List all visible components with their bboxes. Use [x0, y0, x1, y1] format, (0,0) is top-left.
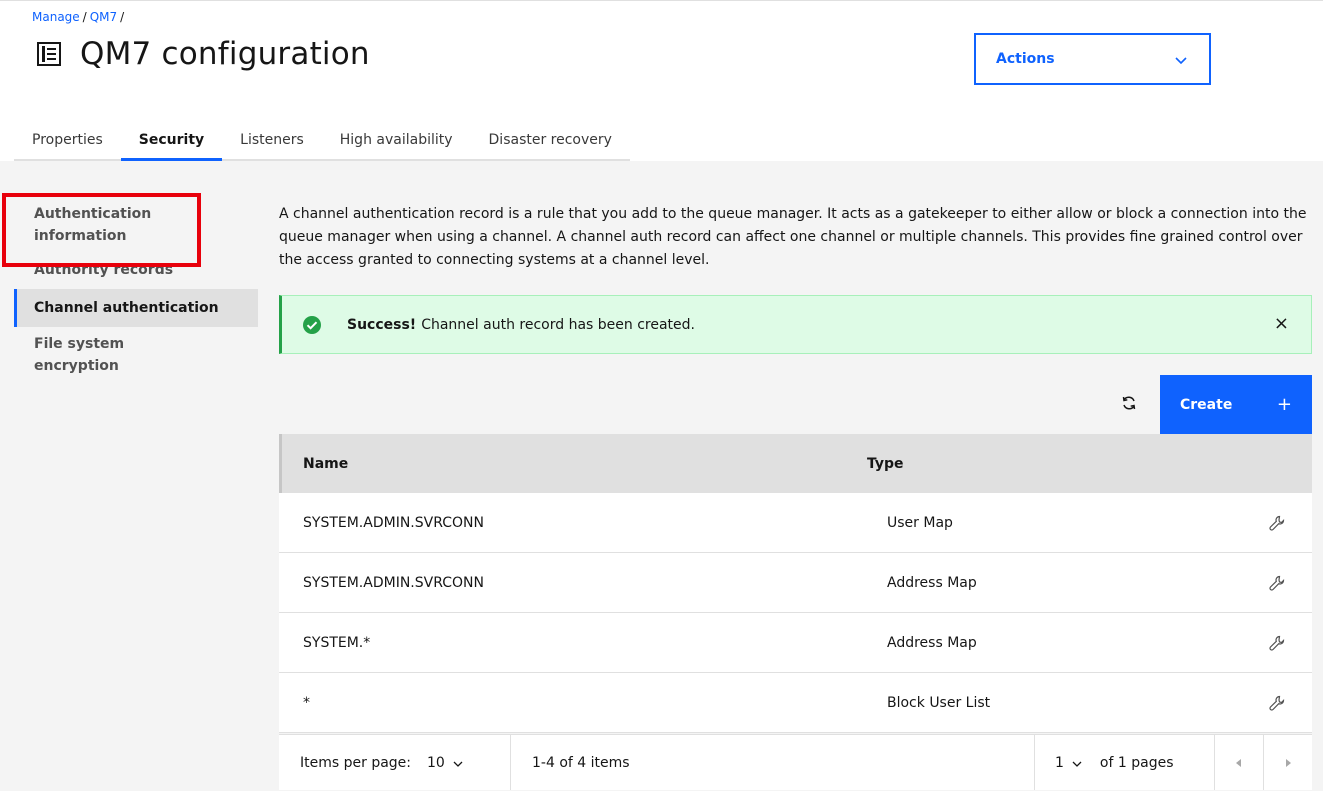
tab-properties[interactable]: Properties — [14, 121, 121, 161]
table-row[interactable]: SYSTEM.* Address Map — [279, 613, 1312, 673]
page-value: 1 — [1055, 754, 1064, 771]
tab-bar: Properties Security Listeners High avail… — [14, 121, 630, 161]
side-nav: Authentication information Authority rec… — [14, 203, 258, 377]
column-header-type[interactable]: Type — [867, 456, 904, 472]
actions-label: Actions — [996, 51, 1055, 67]
next-page-button[interactable] — [1263, 735, 1312, 790]
cell-type: Address Map — [887, 574, 977, 591]
top-rule — [0, 0, 1323, 1]
side-nav-authentication-information[interactable]: Authentication information — [14, 203, 258, 247]
tab-high-availability[interactable]: High availability — [321, 121, 471, 161]
side-nav-label: Authentication — [34, 206, 152, 222]
cell-name: SYSTEM.* — [303, 634, 371, 651]
wrench-icon[interactable] — [1242, 514, 1312, 532]
side-nav-label: information — [34, 228, 127, 244]
tab-security[interactable]: Security — [120, 121, 223, 161]
wrench-icon[interactable] — [1242, 574, 1312, 592]
table-header: Name Type — [279, 434, 1312, 493]
notification-title: Success! — [347, 316, 417, 333]
item-range-text: 1-4 of 4 items — [532, 754, 630, 771]
side-nav-label: File system — [34, 336, 125, 352]
pagination: Items per page: 10 1-4 of 4 items 1 of 1… — [279, 734, 1312, 790]
table-row[interactable]: * Block User List — [279, 673, 1312, 733]
wrench-icon[interactable] — [1242, 634, 1312, 652]
items-per-page-label: Items per page: — [300, 754, 412, 771]
breadcrumb: Manage / QM7/ — [32, 10, 127, 24]
items-per-page-value: 10 — [427, 754, 445, 771]
breadcrumb-manage-link[interactable]: Manage — [32, 10, 80, 24]
add-icon: + — [1276, 394, 1292, 415]
column-header-name[interactable]: Name — [282, 456, 867, 472]
chevron-down-icon — [1072, 755, 1082, 771]
caret-right-icon — [1285, 755, 1291, 771]
items-per-page: Items per page: 10 — [279, 735, 511, 790]
page-title: QM7 configuration — [80, 36, 370, 72]
chevron-down-icon — [453, 755, 463, 771]
items-per-page-select[interactable]: 10 — [427, 755, 463, 771]
table-row[interactable]: SYSTEM.ADMIN.SVRCONN Address Map — [279, 553, 1312, 613]
side-nav-label: encryption — [34, 358, 119, 374]
page-selector: 1 of 1 pages — [1034, 735, 1214, 790]
channel-auth-table: Name Type SYSTEM.ADMIN.SVRCONN User Map … — [279, 434, 1312, 733]
actions-dropdown[interactable]: Actions — [974, 33, 1211, 85]
tab-listeners[interactable]: Listeners — [222, 121, 322, 161]
refresh-icon — [1121, 395, 1137, 415]
close-icon[interactable]: × — [1274, 314, 1289, 334]
page-header: QM7 configuration — [32, 36, 370, 72]
wrench-icon[interactable] — [1242, 694, 1312, 712]
checkmark-filled-icon — [302, 315, 322, 335]
success-notification: Success! Channel auth record has been cr… — [279, 295, 1312, 354]
page-select[interactable]: 1 — [1055, 755, 1082, 771]
side-nav-authority-records[interactable]: Authority records — [14, 259, 258, 281]
cell-type: User Map — [887, 514, 953, 531]
document-icon — [32, 37, 66, 71]
refresh-button[interactable] — [1112, 385, 1146, 425]
cell-name: * — [303, 694, 310, 711]
notification-text: Channel auth record has been created. — [421, 316, 695, 333]
breadcrumb-qm7-link[interactable]: QM7 — [90, 10, 117, 24]
chevron-down-icon — [1175, 50, 1187, 69]
side-nav-file-system-encryption[interactable]: File system encryption — [14, 333, 258, 377]
cell-name: SYSTEM.ADMIN.SVRCONN — [303, 574, 484, 591]
of-pages-text: of 1 pages — [1099, 754, 1174, 771]
tab-disaster-recovery[interactable]: Disaster recovery — [470, 121, 630, 161]
breadcrumb-separator: / — [82, 10, 87, 24]
create-label: Create — [1180, 396, 1233, 413]
table-row[interactable]: SYSTEM.ADMIN.SVRCONN User Map — [279, 493, 1312, 553]
description-text: A channel authentication record is a rul… — [279, 206, 1307, 268]
caret-left-icon — [1236, 755, 1242, 771]
breadcrumb-separator: / — [120, 10, 125, 24]
cell-name: SYSTEM.ADMIN.SVRCONN — [303, 514, 484, 531]
side-nav-channel-authentication[interactable]: Channel authentication — [14, 289, 258, 327]
create-button[interactable]: Create + — [1160, 375, 1312, 434]
previous-page-button[interactable] — [1214, 735, 1263, 790]
cell-type: Address Map — [887, 634, 977, 651]
cell-type: Block User List — [887, 694, 991, 711]
